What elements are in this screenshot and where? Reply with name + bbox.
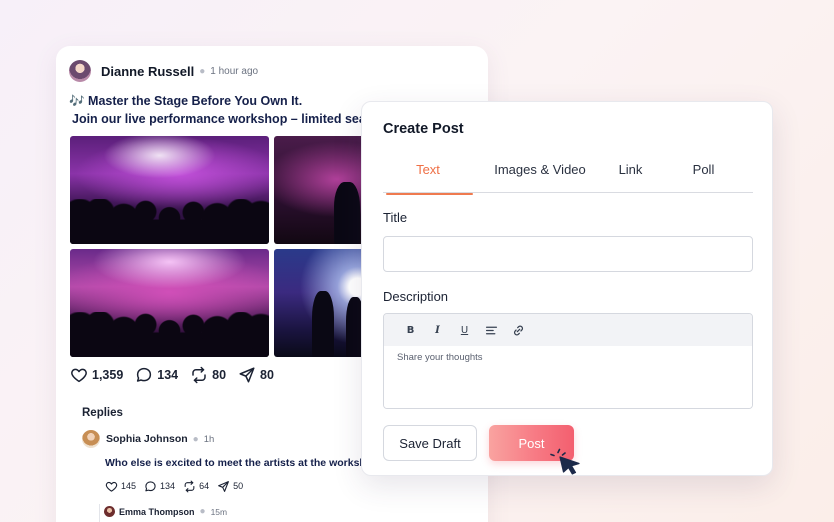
link-icon — [514, 325, 523, 335]
tab-images-video[interactable]: Images & Video — [473, 157, 607, 193]
comment-button[interactable]: 134 — [135, 366, 178, 384]
replies-heading: Replies — [82, 407, 123, 419]
avatar[interactable] — [104, 506, 115, 517]
title-input[interactable] — [383, 236, 753, 272]
reply-comment-button[interactable]: 134 — [144, 480, 175, 493]
thread-line — [99, 504, 100, 522]
reply-share-count: 50 — [233, 481, 244, 491]
reply-stats: 145 134 64 50 — [105, 479, 251, 493]
crowd-silhouette — [70, 198, 269, 244]
tab-poll[interactable]: Poll — [654, 157, 753, 193]
share-count: 80 — [260, 368, 274, 382]
like-button[interactable]: 1,359 — [70, 366, 123, 384]
reply-comment-count: 134 — [160, 481, 176, 491]
reply-repost-button[interactable]: 64 — [183, 480, 209, 493]
modal-title: Create Post — [383, 121, 464, 137]
description-textarea[interactable] — [384, 346, 752, 408]
concert-photo-1[interactable] — [70, 136, 269, 244]
nested-reply-header: Emma Thompson ● 15m — [104, 505, 227, 518]
reply-repost-count: 64 — [199, 481, 210, 491]
share-button[interactable]: 80 — [238, 366, 274, 384]
align-button[interactable] — [478, 320, 505, 340]
crowd-silhouette — [70, 311, 269, 357]
singer-silhouette — [334, 182, 360, 244]
musician-silhouette — [312, 291, 334, 357]
post-type-tabs: Text Images & Video Link Poll — [383, 157, 753, 195]
tab-text[interactable]: Text — [383, 157, 473, 195]
post-stats: 1,359 134 80 80 — [70, 366, 286, 384]
separator-dot: ● — [199, 65, 206, 77]
comment-count: 134 — [157, 368, 179, 382]
send-icon — [218, 480, 229, 492]
align-left-icon — [485, 326, 498, 334]
underline-button[interactable]: U — [451, 320, 478, 340]
bold-button[interactable]: B — [397, 320, 424, 340]
heart-icon — [71, 368, 87, 383]
separator-dot: ● — [192, 433, 199, 445]
editor-toolbar: B I U — [384, 314, 752, 346]
post-time: 1 hour ago — [210, 65, 259, 77]
reply-share-button[interactable]: 50 — [217, 480, 243, 493]
send-icon — [239, 367, 255, 383]
reply-like-button[interactable]: 145 — [105, 480, 136, 493]
repost-button[interactable]: 80 — [190, 366, 226, 384]
title-label: Title — [383, 210, 408, 225]
reply-text: Who else is excited to meet the artists … — [105, 457, 386, 469]
reply-author[interactable]: Emma Thompson — [119, 507, 195, 517]
reply-time: 15m — [210, 506, 228, 517]
separator-dot: ● — [199, 506, 206, 517]
repost-count: 80 — [212, 368, 227, 382]
reply-like-count: 145 — [121, 481, 137, 491]
reply-author[interactable]: Sophia Johnson — [106, 433, 188, 445]
author-name[interactable]: Dianne Russell — [101, 64, 194, 79]
concert-photo-3[interactable] — [70, 249, 269, 357]
save-draft-button[interactable]: Save Draft — [383, 425, 477, 461]
avatar[interactable] — [69, 60, 91, 82]
post-author-row: Dianne Russell ● 1 hour ago — [69, 60, 258, 82]
reply-header: Sophia Johnson ● 1h — [82, 430, 214, 448]
heart-icon — [105, 481, 118, 492]
repost-icon — [184, 480, 195, 492]
insert-link-button[interactable] — [505, 320, 532, 340]
pointer-cursor-icon — [550, 448, 580, 475]
reply-time: 1h — [203, 433, 215, 445]
italic-button[interactable]: I — [424, 320, 451, 340]
avatar[interactable] — [82, 430, 100, 448]
comment-icon — [145, 480, 156, 491]
tab-link[interactable]: Link — [607, 157, 654, 193]
comment-icon — [137, 367, 152, 382]
description-label: Description — [383, 289, 449, 304]
like-count: 1,359 — [92, 368, 124, 382]
description-editor: B I U — [383, 313, 753, 409]
create-post-modal: Create Post Text Images & Video Link Pol… — [361, 101, 773, 476]
repost-icon — [192, 366, 206, 384]
